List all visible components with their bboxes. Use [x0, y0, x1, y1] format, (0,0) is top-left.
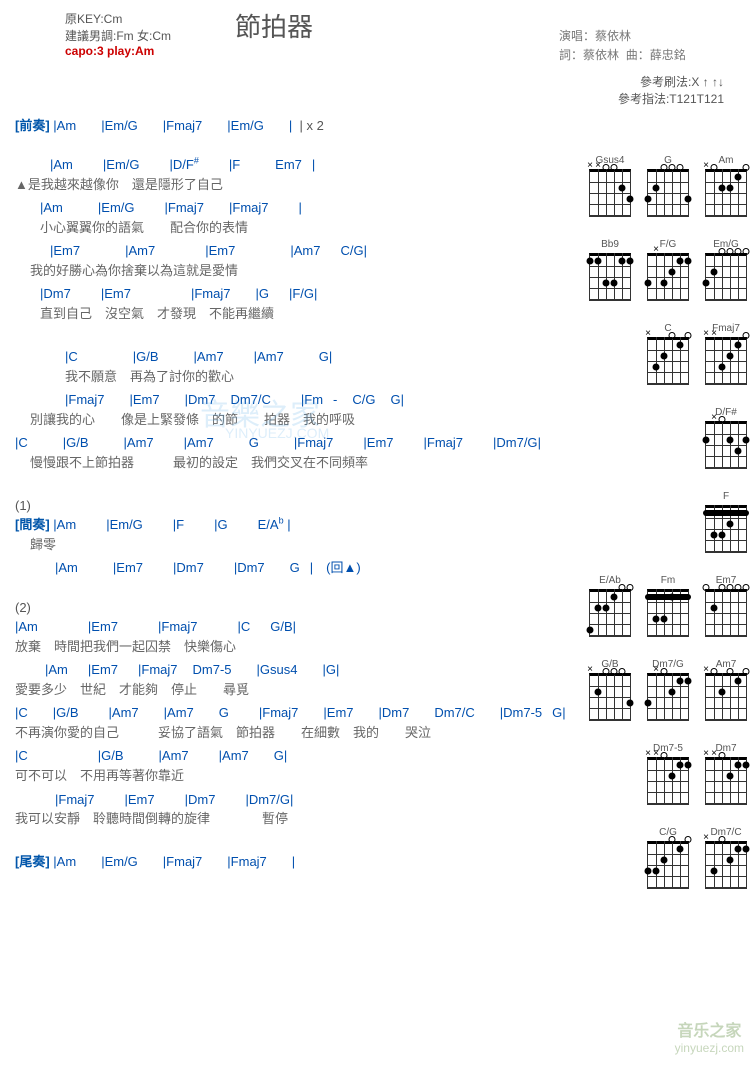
chord-diagrams: Gsus4×× G Am× Bb9 F/G× Em/G C× Fmaj7×× D/F#× F E/A… — [574, 115, 749, 911]
chord-diagram-Dm7/C: Dm7/C× — [703, 827, 749, 889]
chord-diagram-C: C× — [645, 323, 691, 385]
chord-diagram-F: F — [703, 491, 749, 553]
strum-pattern: 參考刷法:X ↑ ↑↓ — [15, 73, 724, 90]
chord-diagram-Am7: Am7× — [703, 659, 749, 721]
chord-diagram-Gsus4: Gsus4×× — [587, 155, 633, 217]
credits: 演唱：蔡依林 詞：蔡依林 曲：薛忠銘 — [559, 5, 749, 65]
chord-sheet: [前奏] |Am|Em/G|Fmaj7|Em/G| | x 2|Am|Em/G|… — [15, 115, 574, 873]
chord-diagram-G/B: G/B× — [587, 659, 633, 721]
chord-diagram-Dm7/G: Dm7/G× — [645, 659, 691, 721]
chord-diagram-Em7: Em7 — [703, 575, 749, 637]
chord-diagram-Fmaj7: Fmaj7×× — [703, 323, 749, 385]
chord-diagram-Fm: Fm — [645, 575, 691, 637]
chord-diagram-C/G: C/G — [645, 827, 691, 889]
site-logo: 音乐之家yinyuezj.com — [675, 1017, 744, 1055]
pick-pattern: 參考指法:T121T121 — [15, 90, 724, 107]
chord-diagram-Em/G: Em/G — [703, 239, 749, 301]
key-info: 原KEY:Cm 建議男調:Fm 女:Cm capo:3 play:Am — [15, 5, 235, 58]
chord-diagram-Bb9: Bb9 — [587, 239, 633, 301]
chord-diagram-E/Ab: E/Ab — [587, 575, 633, 637]
original-key: 原KEY:Cm — [15, 10, 235, 27]
performer: 演唱：蔡依林 — [559, 27, 749, 44]
lyricist-composer: 詞：蔡依林 曲：薛忠銘 — [559, 46, 749, 63]
capo-info: capo:3 play:Am — [15, 44, 235, 58]
reference-patterns: 參考刷法:X ↑ ↑↓ 參考指法:T121T121 — [15, 73, 749, 107]
chord-diagram-F/G: F/G× — [645, 239, 691, 301]
chord-diagram-Am: Am× — [703, 155, 749, 217]
chord-diagram-D/F#: D/F#× — [703, 407, 749, 469]
suggested-key: 建議男調:Fm 女:Cm — [15, 27, 235, 44]
song-title: 節拍器 — [235, 5, 313, 44]
chord-diagram-Dm7: Dm7×× — [703, 743, 749, 805]
header: 原KEY:Cm 建議男調:Fm 女:Cm capo:3 play:Am 節拍器 … — [15, 5, 749, 65]
chord-diagram-G: G — [645, 155, 691, 217]
chord-diagram-Dm7-5: Dm7-5×× — [645, 743, 691, 805]
